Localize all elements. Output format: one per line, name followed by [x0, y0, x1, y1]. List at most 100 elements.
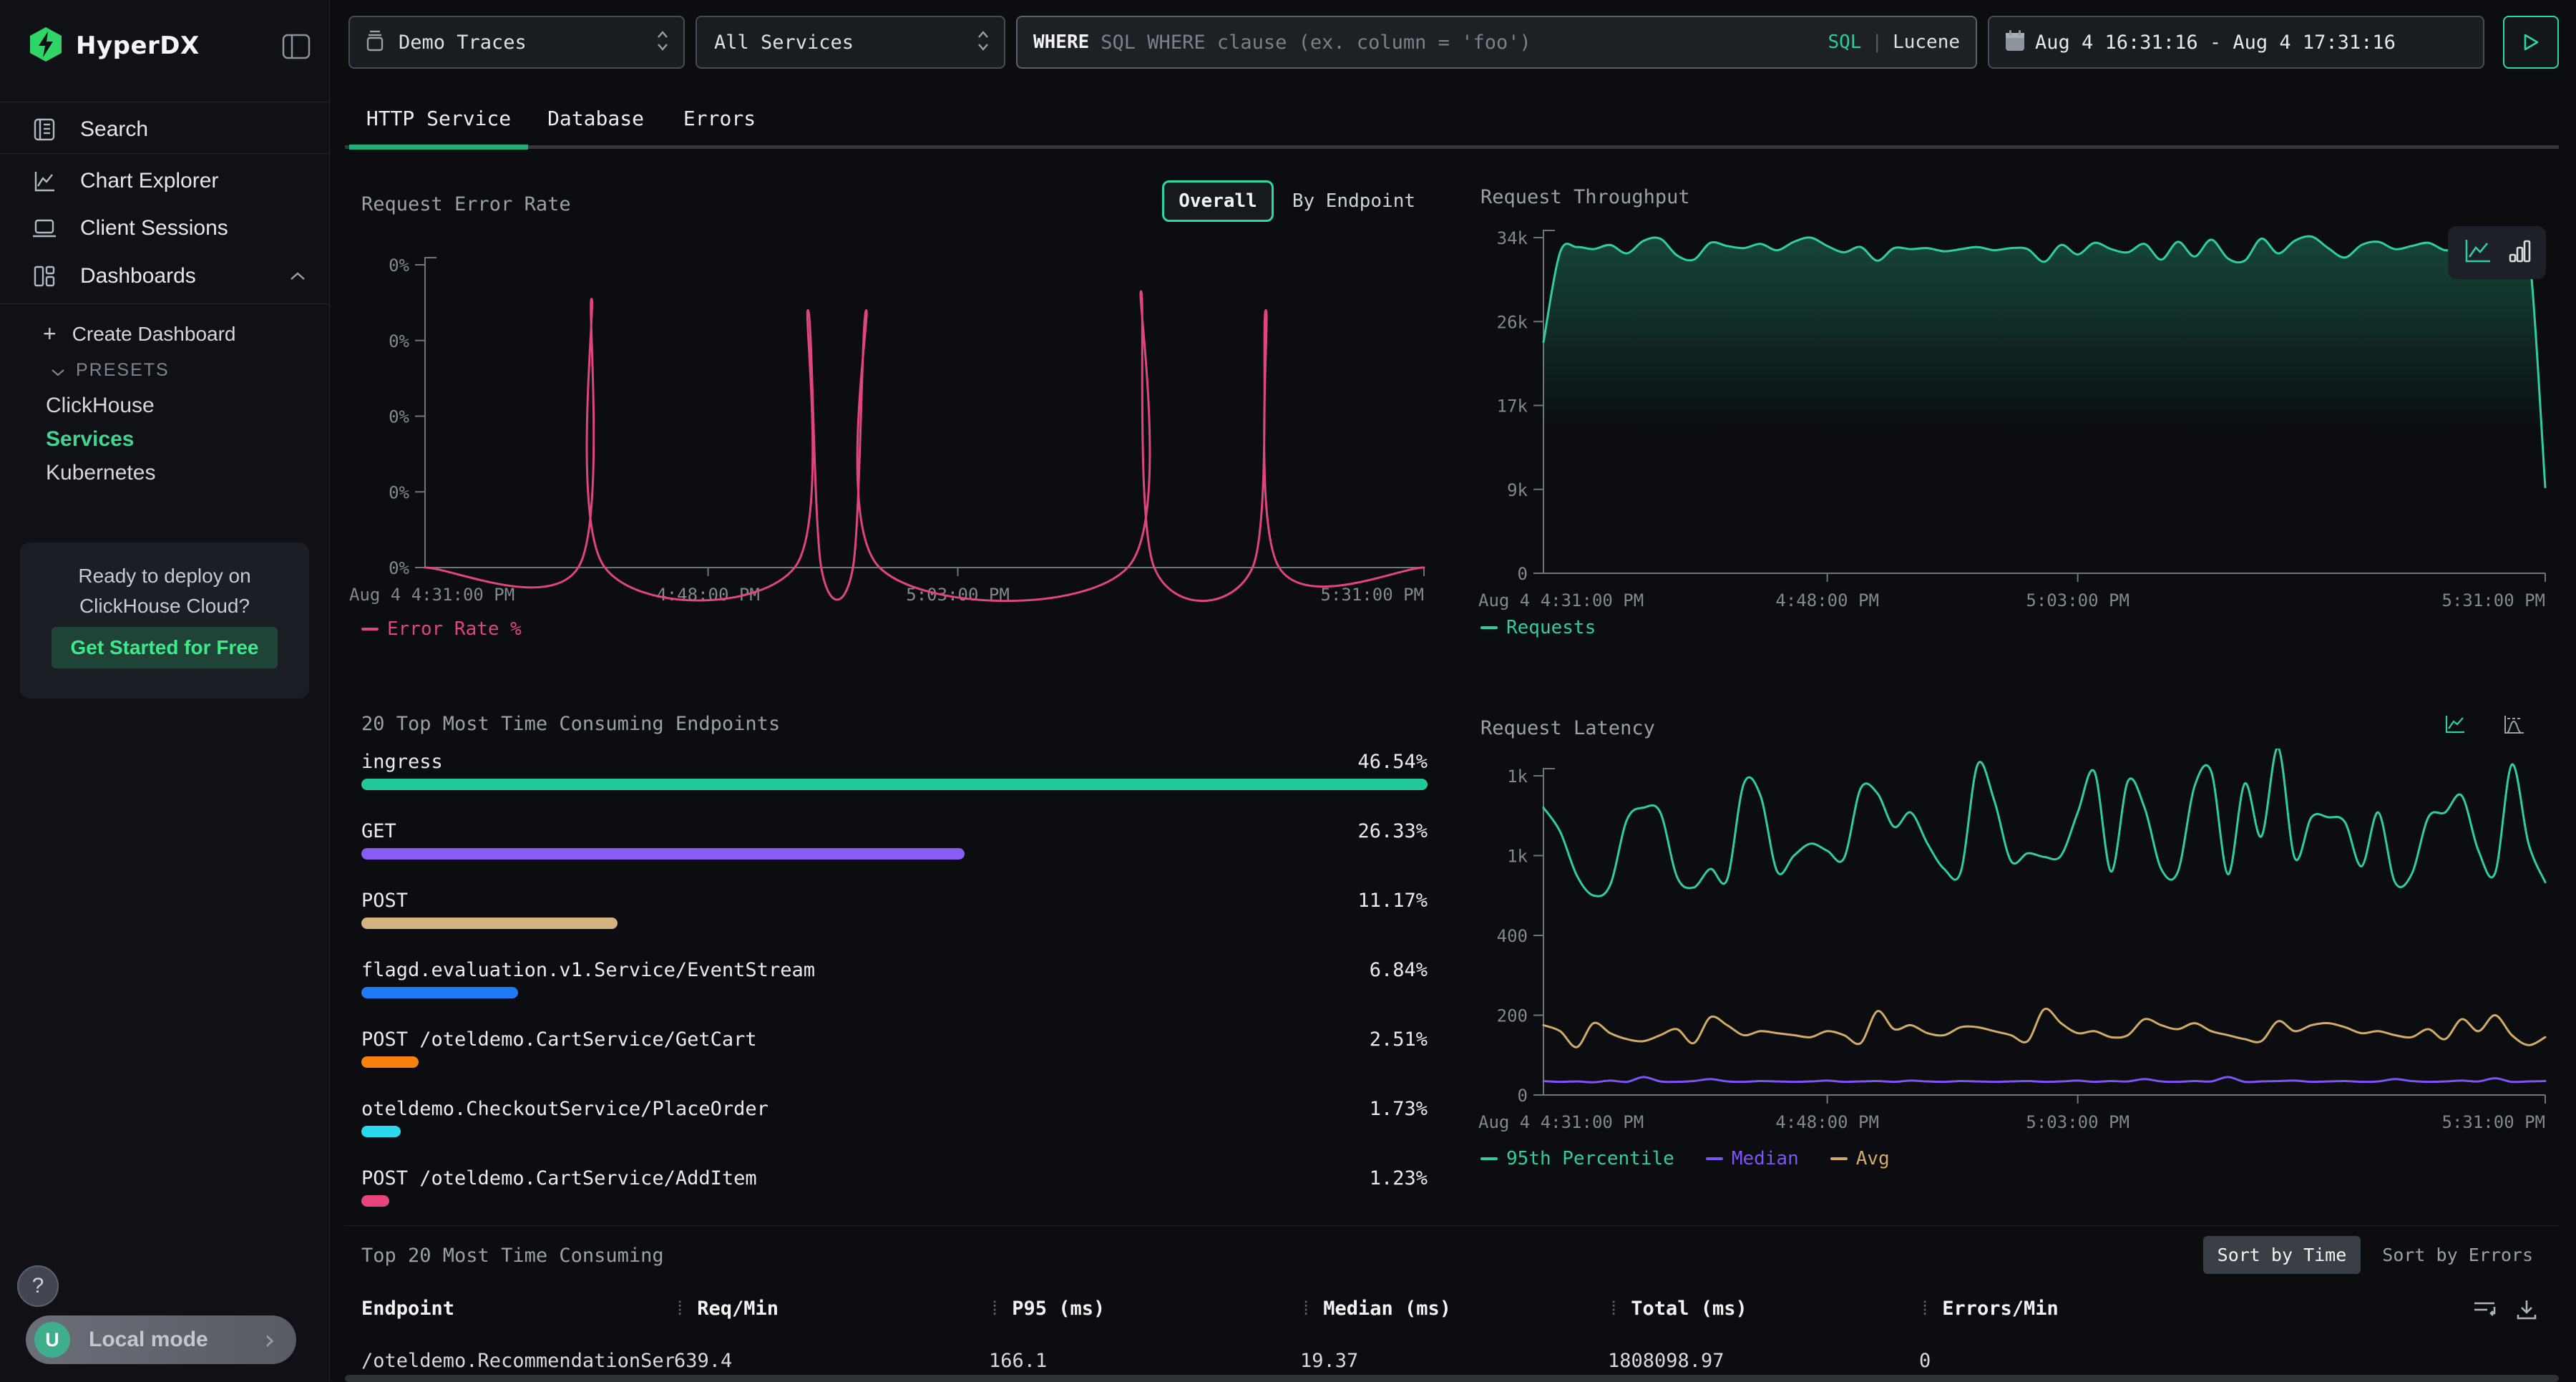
column-drag-handle-icon[interactable]: ⁞ — [1919, 1298, 1931, 1320]
sql-mode-button[interactable]: SQL — [1828, 31, 1861, 53]
latency-legend: 95th Percentile Median Avg — [1480, 1148, 1890, 1169]
active-tab-indicator — [349, 145, 528, 150]
legend-item[interactable]: 95th Percentile — [1480, 1148, 1674, 1169]
tab-errors[interactable]: Errors — [664, 92, 775, 145]
column-header[interactable]: ⁞P95 (ms) — [989, 1298, 1300, 1321]
endpoints-list: ingress 46.54% GET 26.33% POST 11.17% fl… — [361, 747, 1428, 1210]
sort-by-time-button[interactable]: Sort by Time — [2203, 1236, 2361, 1274]
column-header[interactable]: ⁞Median (ms) — [1300, 1298, 1608, 1321]
chevron-right-icon: › — [261, 1326, 278, 1353]
source-select[interactable]: Demo Traces — [348, 16, 685, 69]
line-chart-icon[interactable] — [2463, 237, 2493, 268]
help-button[interactable]: ? — [17, 1265, 59, 1307]
endpoint-percent: 6.84% — [1370, 959, 1428, 981]
endpoint-label: ingress — [361, 751, 443, 773]
hyperdx-logo-icon — [27, 26, 64, 66]
divider — [0, 303, 328, 304]
sidebar-item-client-sessions[interactable]: Client Sessions — [0, 206, 328, 250]
svg-text:400: 400 — [1497, 926, 1528, 946]
download-icon[interactable] — [2514, 1298, 2539, 1325]
where-clause-input[interactable]: WHERE SQL WHERE clause (ex. column = 'fo… — [1016, 16, 1977, 69]
panel-title: 20 Top Most Time Consuming Endpoints — [361, 713, 780, 735]
by-endpoint-toggle-button[interactable]: By Endpoint — [1288, 190, 1420, 213]
chevron-down-icon — [52, 360, 64, 381]
endpoint-bar — [361, 1126, 401, 1137]
svg-text:0%: 0% — [389, 331, 409, 351]
lucene-mode-button[interactable]: Lucene — [1893, 31, 1960, 53]
service-select[interactable]: All Services — [696, 16, 1005, 69]
presets-group-toggle[interactable]: PRESETS — [52, 360, 170, 381]
create-dashboard-label: Create Dashboard — [72, 323, 236, 346]
endpoint-row[interactable]: POST /oteldemo.CartService/GetCart 2.51% — [361, 1025, 1428, 1068]
sidebar-item-dashboards[interactable]: Dashboards — [0, 254, 328, 298]
svg-text:0%: 0% — [389, 482, 409, 502]
chevron-up-icon — [290, 270, 306, 283]
histogram-icon[interactable] — [2503, 714, 2526, 737]
request-throughput-panel: Request Throughput 34k26k17k9k0Aug 4 4:3… — [1474, 172, 2551, 644]
get-started-button[interactable]: Get Started for Free — [52, 627, 278, 668]
promo-line1: Ready to deploy on — [78, 565, 250, 587]
tabs-underline — [345, 145, 2559, 149]
column-drag-handle-icon[interactable]: ⁞ — [1608, 1298, 1619, 1320]
sort-by-errors-button[interactable]: Sort by Errors — [2368, 1236, 2547, 1274]
wrap-lines-icon[interactable] — [2472, 1298, 2497, 1325]
endpoint-row[interactable]: GET 26.33% — [361, 817, 1428, 860]
endpoint-row[interactable]: POST /oteldemo.CartService/AddItem 1.23% — [361, 1164, 1428, 1207]
error-rate-chart[interactable]: 0%0%0%0%0%Aug 4 4:31:00 PM4:48:00 PM5:03… — [345, 235, 1431, 639]
legend-label: 95th Percentile — [1506, 1148, 1674, 1169]
throughput-chart[interactable]: 34k26k17k9k0Aug 4 4:31:00 PM4:48:00 PM5:… — [1474, 215, 2551, 633]
column-header[interactable]: Endpoint — [361, 1298, 674, 1321]
legend-item[interactable]: Error Rate % — [361, 618, 522, 640]
endpoint-label: POST — [361, 890, 408, 912]
column-header[interactable]: ⁞Req/Min — [674, 1298, 989, 1321]
time-range-picker[interactable]: Aug 4 16:31:16 - Aug 4 17:31:16 — [1988, 16, 2484, 69]
sidebar-item-chart-explorer[interactable]: Chart Explorer — [0, 159, 328, 203]
where-keyword: WHERE — [1033, 31, 1089, 53]
svg-text:1k: 1k — [1507, 767, 1528, 787]
endpoint-bar — [361, 848, 965, 860]
endpoint-percent: 2.51% — [1370, 1028, 1428, 1051]
calendar-icon — [2004, 29, 2026, 56]
svg-text:200: 200 — [1497, 1006, 1528, 1026]
legend-dash-icon — [1706, 1157, 1723, 1160]
table-row[interactable]: /oteldemo.RecommendationServ639.4166.119… — [361, 1343, 2466, 1378]
sidebar-item-clickhouse[interactable]: ClickHouse — [46, 394, 155, 418]
collapse-sidebar-button[interactable] — [278, 33, 309, 62]
endpoint-row[interactable]: ingress 46.54% — [361, 747, 1428, 790]
service-select-value: All Services — [714, 31, 854, 54]
endpoint-row[interactable]: POST 11.17% — [361, 886, 1428, 929]
legend-label: Error Rate % — [387, 618, 522, 640]
sidebar-item-kubernetes[interactable]: Kubernetes — [46, 461, 155, 485]
column-drag-handle-icon[interactable]: ⁞ — [674, 1298, 686, 1320]
column-header[interactable]: ⁞Errors/Min — [1919, 1298, 2466, 1321]
sidebar-item-label: Dashboards — [80, 264, 196, 288]
column-header[interactable]: ⁞Total (ms) — [1608, 1298, 1919, 1321]
line-chart-icon[interactable] — [2444, 714, 2466, 737]
sidebar-item-label: Client Sessions — [80, 216, 228, 240]
sidebar-item-services[interactable]: Services — [46, 427, 134, 452]
time-range-value: Aug 4 16:31:16 - Aug 4 17:31:16 — [2035, 31, 2396, 54]
legend-label: Requests — [1506, 617, 1596, 638]
legend-item[interactable]: Avg — [1830, 1148, 1890, 1169]
sidebar-item-search[interactable]: Search — [0, 107, 328, 152]
panel-title: Request Latency — [1480, 717, 1655, 739]
run-query-button[interactable] — [2503, 16, 2559, 69]
table-cell: /oteldemo.RecommendationServ — [361, 1350, 674, 1372]
throughput-legend: Requests — [1480, 617, 1596, 638]
endpoint-row[interactable]: flagd.evaluation.v1.Service/EventStream … — [361, 955, 1428, 998]
create-dashboard-button[interactable]: + Create Dashboard — [43, 321, 236, 347]
overall-toggle-button[interactable]: Overall — [1162, 180, 1274, 222]
endpoint-percent: 26.33% — [1357, 820, 1428, 842]
column-drag-handle-icon[interactable]: ⁞ — [989, 1298, 1000, 1320]
legend-item[interactable]: Median — [1706, 1148, 1799, 1169]
bar-chart-icon[interactable] — [2509, 238, 2532, 268]
tab-http-service[interactable]: HTTP Service — [349, 92, 528, 145]
tab-database[interactable]: Database — [533, 92, 658, 145]
endpoint-bar — [361, 1195, 389, 1207]
column-drag-handle-icon[interactable]: ⁞ — [1300, 1298, 1312, 1320]
legend-item[interactable]: Requests — [1480, 617, 1596, 638]
legend-label: Median — [1732, 1148, 1799, 1169]
endpoint-row[interactable]: oteldemo.CheckoutService/PlaceOrder 1.73… — [361, 1094, 1428, 1137]
user-menu[interactable]: U Local mode › — [26, 1315, 296, 1364]
latency-chart[interactable]: 1k1k4002000Aug 4 4:31:00 PM4:48:00 PM5:0… — [1474, 749, 2551, 1149]
